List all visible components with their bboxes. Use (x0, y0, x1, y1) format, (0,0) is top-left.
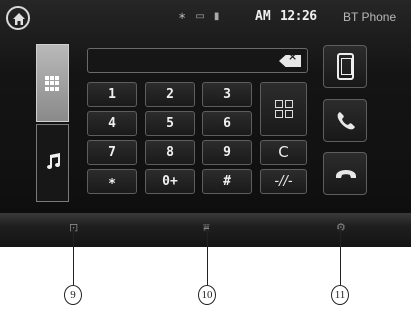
key-8[interactable]: 8 (145, 140, 195, 165)
call-icon (337, 112, 355, 130)
key-3[interactable]: 3 (202, 82, 252, 107)
end-call-button[interactable] (323, 152, 367, 195)
battery-icon: ▭ (195, 11, 205, 22)
status-bar: ∗ ▭ ▮ AM 12:26 BT Phone (0, 0, 411, 38)
end-call-icon (336, 170, 356, 178)
signal-icon: ▮ (213, 11, 220, 22)
music-note-icon (47, 153, 60, 169)
redial-button[interactable]: C (260, 140, 307, 165)
source-label: BT Phone (343, 10, 397, 24)
call-button[interactable] (323, 99, 367, 142)
key-1[interactable]: 1 (87, 82, 137, 107)
contacts-button[interactable] (260, 82, 307, 136)
keypad-icon (45, 76, 60, 91)
clock-ampm: AM (255, 9, 271, 24)
key-hash[interactable]: # (202, 169, 252, 194)
callout-line-11 (340, 231, 341, 285)
pause-button[interactable]: -//- (260, 169, 307, 194)
music-tab[interactable] (36, 124, 69, 202)
key-6[interactable]: 6 (202, 111, 252, 136)
callout-10: 10 (198, 285, 216, 305)
contacts-grid-icon (275, 100, 293, 118)
phone-device-button[interactable] (323, 45, 367, 88)
callout-line-10 (207, 231, 208, 285)
home-icon (13, 13, 25, 25)
callout-9: 9 (64, 285, 82, 305)
key-4[interactable]: 4 (87, 111, 137, 136)
key-0-plus[interactable]: 0+ (145, 169, 195, 194)
clock-time: 12:26 (280, 9, 317, 24)
callout-11: 11 (331, 285, 349, 305)
home-button[interactable] (6, 6, 30, 30)
status-icons: ∗ ▭ ▮ (178, 11, 219, 22)
key-5[interactable]: 5 (145, 111, 195, 136)
phone-number-field[interactable] (87, 48, 308, 73)
callout-line-9 (73, 231, 74, 285)
key-2[interactable]: 2 (145, 82, 195, 107)
key-7[interactable]: 7 (87, 140, 137, 165)
dial-pad-tab[interactable] (36, 44, 69, 122)
phone-device-icon (337, 53, 354, 80)
key-9[interactable]: 9 (202, 140, 252, 165)
key-star[interactable]: ∗ (87, 169, 137, 194)
bluetooth-icon: ∗ (178, 11, 187, 22)
head-unit-screen: ∗ ▭ ▮ AM 12:26 BT Phone × 1 2 3 4 5 6 7 … (0, 0, 411, 247)
